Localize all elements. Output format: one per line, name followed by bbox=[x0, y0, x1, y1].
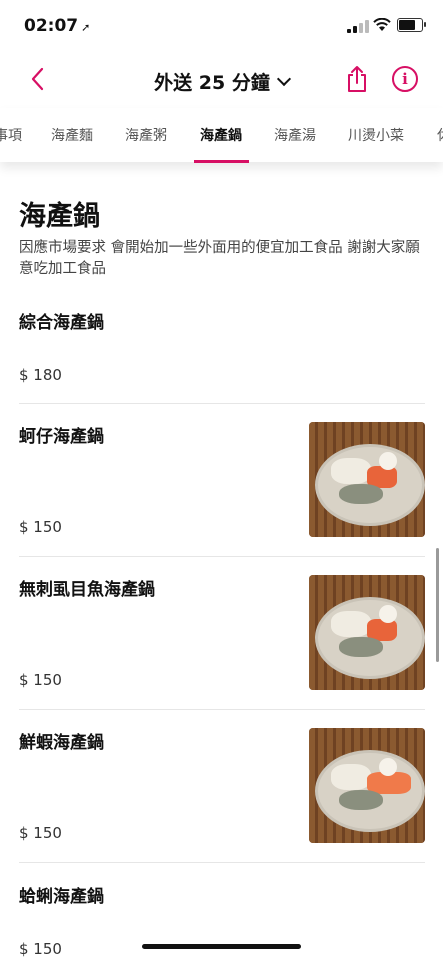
scrollbar[interactable] bbox=[436, 548, 439, 662]
signal-icon bbox=[347, 20, 369, 33]
delivery-time-selector[interactable]: 外送 25 分鐘 bbox=[0, 68, 443, 95]
item-photo bbox=[309, 422, 425, 537]
menu-item[interactable]: 無刺虱目魚海產鍋 $ 150 bbox=[19, 575, 425, 710]
item-price: $ 150 bbox=[19, 518, 62, 536]
tab-misc[interactable]: 事項 bbox=[0, 125, 22, 145]
section-title: 海產鍋 bbox=[19, 201, 100, 232]
home-indicator[interactable] bbox=[142, 944, 301, 949]
tab-blanched-sides[interactable]: 川燙小菜 bbox=[348, 125, 404, 145]
location-arrow-icon: ➚ bbox=[81, 21, 91, 34]
item-price: $ 150 bbox=[19, 671, 62, 689]
nav-bar: 外送 25 分鐘 i bbox=[0, 52, 443, 108]
wifi-icon bbox=[373, 18, 391, 31]
menu-item[interactable]: 綜合海產鍋 $ 180 bbox=[19, 308, 425, 404]
section-description: 因應市場要求 會開始加一些外面用的便宜加工食品 謝謝大家願意吃加工食品 bbox=[19, 240, 420, 277]
tab-seafood-congee[interactable]: 海產粥 bbox=[125, 125, 167, 145]
item-price: $ 180 bbox=[19, 366, 62, 384]
item-name: 無刺虱目魚海產鍋 bbox=[19, 580, 155, 600]
item-photo bbox=[309, 575, 425, 690]
tab-seafood-noodles[interactable]: 海產麵 bbox=[51, 125, 93, 145]
item-price: $ 150 bbox=[19, 940, 62, 958]
status-time: 02:07 ➚ bbox=[24, 16, 90, 36]
item-photo bbox=[309, 728, 425, 843]
item-price: $ 150 bbox=[19, 824, 62, 842]
item-name: 鮮蝦海產鍋 bbox=[19, 733, 104, 753]
item-name: 綜合海產鍋 bbox=[19, 313, 104, 333]
tab-next-partial[interactable]: 休 bbox=[437, 125, 443, 145]
share-icon[interactable] bbox=[345, 64, 369, 94]
status-bar: 02:07 ➚ bbox=[0, 0, 443, 52]
tab-seafood-hotpot[interactable]: 海產鍋 bbox=[200, 125, 242, 145]
info-icon[interactable]: i bbox=[392, 66, 418, 92]
active-tab-indicator bbox=[194, 160, 249, 163]
item-name: 蛤蜊海產鍋 bbox=[19, 887, 104, 907]
battery-icon bbox=[397, 18, 426, 32]
category-tabs: 事項 海產麵 海產粥 海產鍋 海產湯 川燙小菜 休 bbox=[0, 108, 443, 163]
item-name: 蚵仔海產鍋 bbox=[19, 427, 104, 447]
nav-title-text: 外送 25 分鐘 bbox=[154, 72, 270, 94]
menu-item[interactable]: 鮮蝦海產鍋 $ 150 bbox=[19, 728, 425, 863]
chevron-down-icon bbox=[276, 71, 291, 87]
status-time-text: 02:07 bbox=[24, 16, 79, 36]
tab-seafood-soup[interactable]: 海產湯 bbox=[274, 125, 316, 145]
menu-item[interactable]: 蚵仔海產鍋 $ 150 bbox=[19, 422, 425, 557]
